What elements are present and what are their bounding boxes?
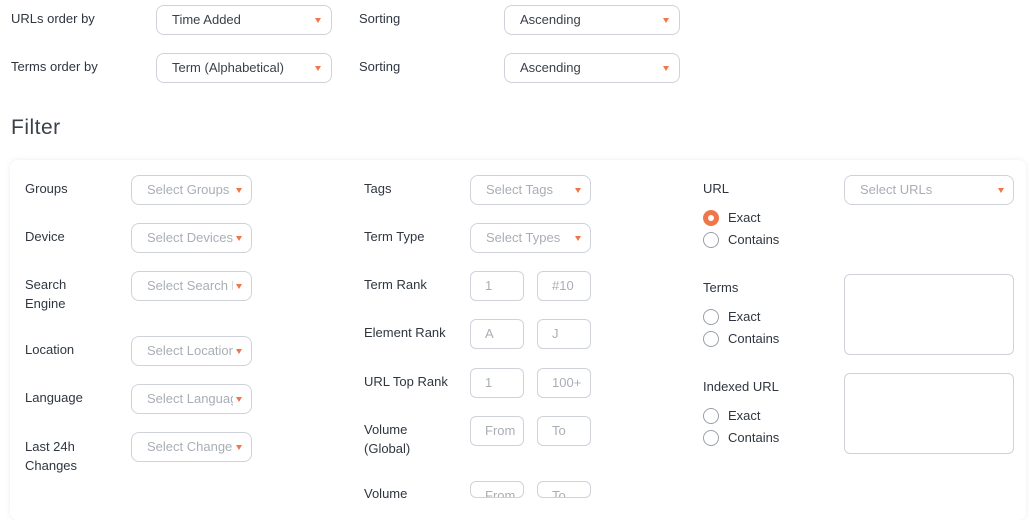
element-rank-from-input[interactable]: A [470,319,524,349]
url-contains-radio[interactable] [703,232,719,248]
changes-placeholder: Select Changes [147,439,233,454]
chevron-down-icon [663,66,669,71]
terms-sorting-select[interactable]: Ascending [504,53,680,83]
urls-sorting-label: Sorting [359,11,401,26]
groups-select[interactable]: Select Groups [131,175,252,205]
term-type-label: Term Type [364,229,425,244]
changes-select[interactable]: Select Changes [131,432,252,462]
tags-select[interactable]: Select Tags [470,175,591,205]
search-engine-select[interactable]: Select Search E [131,271,252,301]
term-rank-from-input[interactable]: 1 [470,271,524,301]
indexed-exact-radio[interactable] [703,408,719,424]
device-select[interactable]: Select Devices [131,223,252,253]
term-rank-label: Term Rank [364,277,427,292]
url-top-rank-label: URL Top Rank [364,374,448,389]
volume-from-input[interactable]: From [470,481,524,498]
indexed-url-textarea[interactable] [844,373,1014,454]
url-exact-radio[interactable] [703,210,719,226]
chevron-down-icon [663,18,669,23]
url-placeholder: Select URLs [860,182,933,197]
chevron-down-icon [236,236,242,241]
groups-placeholder: Select Groups [147,182,230,197]
url-top-rank-to-input[interactable]: 100+ [537,368,591,398]
indexed-url-label: Indexed URL [703,379,779,394]
tags-placeholder: Select Tags [486,182,553,197]
language-placeholder: Select Languages [147,391,233,406]
indexed-contains-label: Contains [728,430,780,445]
volume-global-from-input[interactable]: From [470,416,524,446]
urls-order-label: URLs order by [11,11,95,26]
volume-global-label-line1: Volume [364,422,408,437]
urls-order-select[interactable]: Time Added [156,5,332,35]
element-rank-label: Element Rank [364,325,446,340]
chevron-down-icon [575,236,581,241]
chevron-down-icon [998,188,1004,193]
terms-sorting-label: Sorting [359,59,401,74]
chevron-down-icon [315,66,321,71]
element-rank-to-input[interactable]: J [537,319,591,349]
urls-order-value: Time Added [172,12,241,27]
urls-sorting-select[interactable]: Ascending [504,5,680,35]
terms-order-select[interactable]: Term (Alphabetical) [156,53,332,83]
changes-label-line1: Last 24h [25,439,75,454]
terms-sorting-value: Ascending [520,60,581,75]
chevron-down-icon [575,188,581,193]
urls-sorting-value: Ascending [520,12,581,27]
url-top-rank-from-input[interactable]: 1 [470,368,524,398]
location-select[interactable]: Select Locations [131,336,252,366]
chevron-down-icon [236,349,242,354]
terms-order-value: Term (Alphabetical) [172,60,284,75]
volume-global-label-line2: (Global) [364,441,411,456]
url-select[interactable]: Select URLs [844,175,1014,205]
terms-contains-label: Contains [728,331,780,346]
search-engine-label-line2: Engine [25,296,66,311]
terms-textarea[interactable] [844,274,1014,355]
url-contains-label: Contains [728,232,780,247]
language-label: Language [25,390,83,405]
term-type-select[interactable]: Select Types [470,223,591,253]
search-engine-label-line1: Search [25,277,67,292]
chevron-down-icon [236,284,242,289]
language-select[interactable]: Select Languages [131,384,252,414]
indexed-contains-radio[interactable] [703,430,719,446]
location-placeholder: Select Locations [147,343,233,358]
terms-exact-label: Exact [728,309,761,324]
chevron-down-icon [315,18,321,23]
changes-label-line2: Changes [25,458,78,473]
volume-to-input[interactable]: To [537,481,591,498]
chevron-down-icon [236,188,242,193]
terms-contains-radio[interactable] [703,331,719,347]
location-label: Location [25,342,75,357]
terms-order-label: Terms order by [11,59,98,74]
chevron-down-icon [236,397,242,402]
device-label: Device [25,229,65,244]
terms-exact-radio[interactable] [703,309,719,325]
url-label: URL [703,181,730,196]
term-rank-to-input[interactable]: #10 [537,271,591,301]
term-type-placeholder: Select Types [486,230,561,245]
indexed-exact-label: Exact [728,408,761,423]
volume-global-to-input[interactable]: To [537,416,591,446]
tags-label: Tags [364,181,392,196]
search-engine-placeholder: Select Search E [147,278,233,293]
device-placeholder: Select Devices [147,230,233,245]
volume-label: Volume [364,486,408,501]
chevron-down-icon [236,445,242,450]
terms-label: Terms [703,280,739,295]
url-exact-label: Exact [728,210,761,225]
filter-title: Filter [11,116,61,139]
groups-label: Groups [25,181,68,196]
